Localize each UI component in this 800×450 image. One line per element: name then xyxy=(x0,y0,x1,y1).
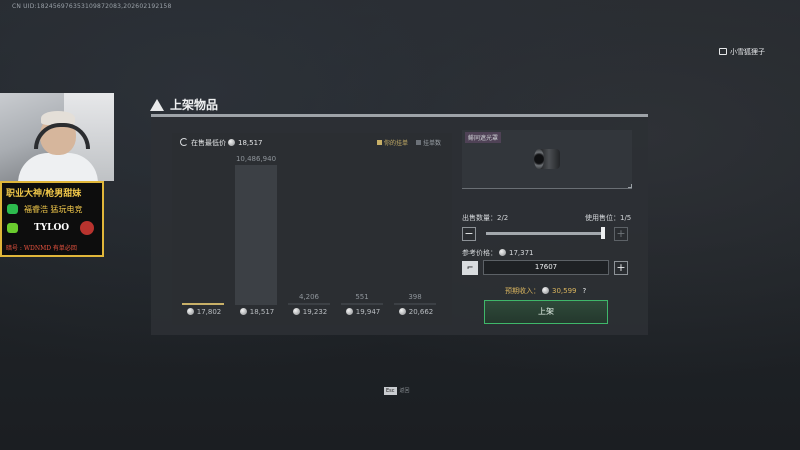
price-plus-button[interactable]: + xyxy=(614,261,628,275)
ref-price-row: 参考价格： 17,371 xyxy=(462,249,534,257)
esc-label: 返回 xyxy=(399,388,410,394)
slots-row: 使用售位：1/5 xyxy=(585,214,632,222)
chart-bar xyxy=(182,303,224,305)
item-preview: 鲱同遮光罩 xyxy=(462,130,632,189)
lowest-price-label: 在售最低价 xyxy=(191,139,226,147)
player-icon xyxy=(719,48,727,55)
esc-key: Esc xyxy=(384,387,397,395)
item-name: 鲱同遮光罩 xyxy=(465,132,502,143)
chart-bar xyxy=(288,303,330,305)
chart-bar xyxy=(235,165,277,305)
chart-bar xyxy=(341,303,383,305)
banner-line-1: 职业大神/枪男甜妹 xyxy=(6,189,82,199)
player-tag: 小雪狐狸子 xyxy=(719,47,765,57)
income-value: 30,599 xyxy=(552,287,577,295)
legend-all: 挂单数 xyxy=(416,138,441,147)
bar-price-label: 19,232 xyxy=(284,308,334,316)
team-logo-icon xyxy=(80,221,94,235)
qty-plus-button[interactable]: + xyxy=(614,227,628,241)
price-distribution-chart: 在售最低价 18,517 你的挂单 挂单数 17,802 10,486,940 18,… xyxy=(172,133,452,325)
bar-price-label: 17,802 xyxy=(178,308,228,316)
esc-hint[interactable]: Esc 返回 xyxy=(384,387,410,395)
item-image xyxy=(534,147,562,171)
webcam-overlay xyxy=(0,93,114,181)
bar-price-label: 19,947 xyxy=(337,308,387,316)
coin-icon xyxy=(499,249,506,256)
expected-income: 预期收入： 30,599? xyxy=(505,287,587,295)
coin-icon xyxy=(228,139,235,146)
bar-value-label: 10,486,940 xyxy=(235,155,277,163)
bar-price-label: 20,662 xyxy=(390,308,440,316)
bar-value-label: 4,206 xyxy=(298,293,320,301)
player-name: 小雪狐狸子 xyxy=(730,48,765,56)
wechat-icon xyxy=(7,204,18,214)
dialog-title-text: 上架物品 xyxy=(170,98,219,112)
dialog-title: 上架物品 xyxy=(150,96,218,113)
coin-icon xyxy=(542,287,549,294)
banner-team: TYLOO xyxy=(34,223,70,233)
lowest-price-value: 18,517 xyxy=(238,139,263,147)
list-button[interactable]: 上架 xyxy=(484,300,608,324)
slots-value: 1/5 xyxy=(620,214,632,222)
line-app-icon xyxy=(7,223,18,233)
banner-line-2: 福睿浩 猛玩电竞 xyxy=(24,205,83,214)
uid-text: CN UID:182456976353109872083,20260219215… xyxy=(12,3,172,10)
qty-slider[interactable] xyxy=(486,232,604,235)
bar-value-label: 551 xyxy=(355,293,369,301)
bar-value-label: 398 xyxy=(408,293,422,301)
lowest-price-row: 在售最低价 18,517 xyxy=(180,138,263,148)
streamer-banner: 职业大神/枪男甜妹 福睿浩 猛玩电竞 TYLOO 暗号 : WDNMD 有单必回 xyxy=(0,181,104,257)
ref-price-value: 17,371 xyxy=(509,249,534,257)
chart-bar xyxy=(394,303,436,305)
help-icon[interactable]: ? xyxy=(583,287,587,295)
qty-row: 出售数量：2/2 xyxy=(462,214,509,222)
banner-line-4: 暗号 : WDNMD 有单必回 xyxy=(6,245,77,252)
legend-mine: 你的挂单 xyxy=(377,138,408,147)
price-tag-icon[interactable]: ⌐ xyxy=(462,261,478,275)
bar-price-label: 18,517 xyxy=(231,308,281,316)
qty-value: 2/2 xyxy=(497,214,509,222)
price-input[interactable]: 17607 xyxy=(483,260,609,275)
refresh-icon[interactable] xyxy=(180,138,188,146)
qty-slider-thumb[interactable] xyxy=(601,227,605,239)
qty-minus-button[interactable]: − xyxy=(462,227,476,241)
warning-triangle-icon xyxy=(150,99,164,111)
